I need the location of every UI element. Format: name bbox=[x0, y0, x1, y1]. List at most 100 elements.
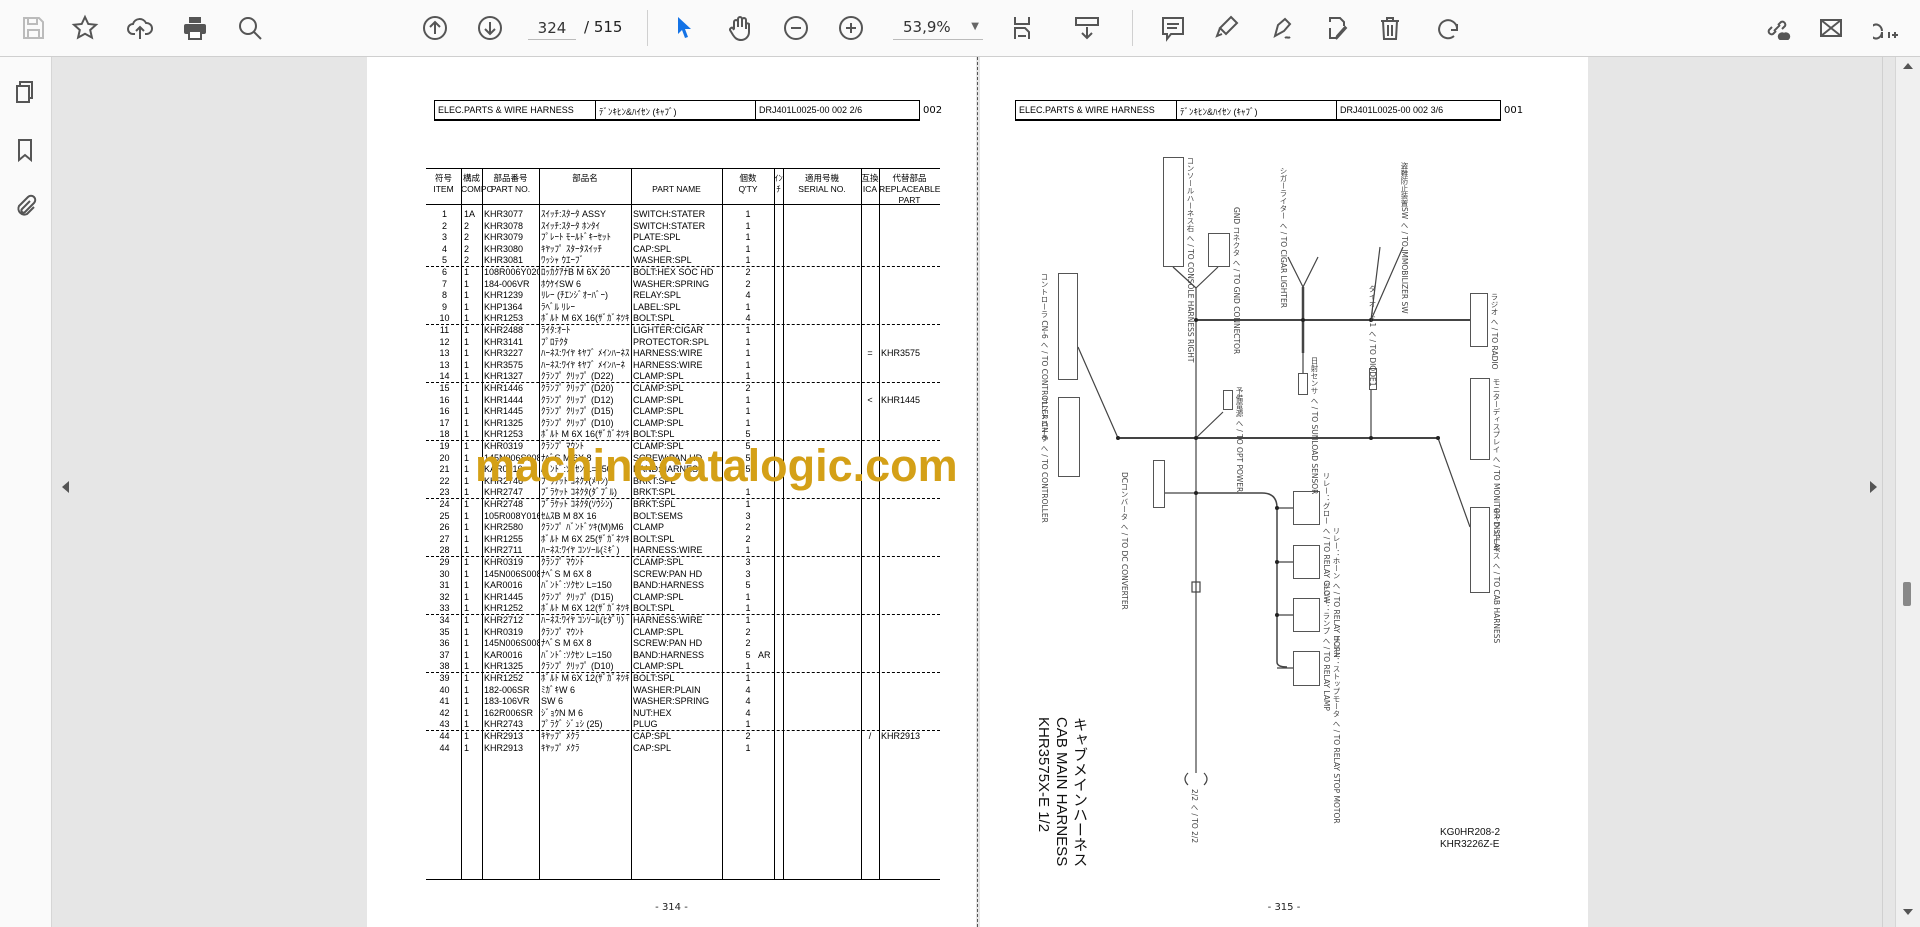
cell-item: 17 bbox=[439, 417, 450, 428]
column-header: 構成 COMPO bbox=[461, 173, 493, 195]
toolbar-divider bbox=[647, 10, 648, 46]
cell-qty: 1 bbox=[745, 243, 751, 254]
rotate-icon[interactable] bbox=[1432, 12, 1464, 44]
cell-part-no: KHR1239 bbox=[484, 290, 524, 301]
cell-part-name: BOLT:SPL bbox=[633, 533, 675, 544]
cell-part-name: WASHER:SPRING bbox=[633, 278, 710, 289]
cell-item: 6 bbox=[441, 267, 447, 277]
print-icon[interactable] bbox=[179, 12, 211, 44]
vertical-scrollbar[interactable] bbox=[1895, 57, 1920, 927]
cell-part-name-jp: ﾛｯｶｸｱﾅB M 6X 20 bbox=[541, 267, 611, 277]
cell-part-name: SCREW:PAN HD bbox=[633, 638, 703, 649]
cell-part-name-jp: ﾊﾞﾝﾄﾞ:ｿｸｾﾝ L=150 bbox=[541, 649, 612, 660]
table-row: 37 1 KAR0016 ﾊﾞﾝﾄﾞ:ｿｸｾﾝ L=150 BAND:HARNESS 5 A… bbox=[426, 650, 940, 662]
table-row: 25 1 105R008Y016RｾﾑｽB M 8X 16 BOLT:SEMS 3 bbox=[426, 511, 940, 523]
zoom-level-dropdown[interactable]: 53,9% ▼ bbox=[893, 16, 983, 40]
cell-item: 2 bbox=[441, 220, 447, 231]
cell-item: 3 bbox=[441, 232, 447, 243]
cell-item: 35 bbox=[439, 626, 450, 637]
attachments-icon[interactable] bbox=[12, 192, 40, 220]
cell-qty: 4 bbox=[745, 696, 751, 707]
bookmarks-icon[interactable] bbox=[12, 137, 40, 165]
column-header: ｲﾝﾁ bbox=[774, 173, 783, 195]
cell-compo: 1 bbox=[464, 290, 470, 301]
find-icon[interactable] bbox=[234, 12, 266, 44]
scrollbar-thumb[interactable] bbox=[1903, 582, 1911, 606]
cell-qty: 4 bbox=[745, 707, 751, 718]
highlight-icon[interactable] bbox=[1211, 12, 1243, 44]
label-relay-lamp: リレー：ランプ へ / TO RELAY LAMP bbox=[1322, 582, 1331, 711]
mail-icon[interactable] bbox=[1815, 12, 1847, 44]
page-down-icon[interactable] bbox=[474, 12, 506, 44]
hand-icon[interactable] bbox=[724, 12, 756, 44]
table-row: 6 1 108R006Y020RﾛｯｶｸｱﾅB M 6X 20 BOLT:HEX SO… bbox=[426, 267, 940, 279]
scroll-mode-icon[interactable] bbox=[1071, 12, 1103, 44]
add-user-icon[interactable] bbox=[1871, 12, 1903, 44]
save-icon[interactable] bbox=[17, 12, 49, 44]
select-cursor-icon[interactable] bbox=[668, 12, 700, 44]
cell-item: 31 bbox=[439, 580, 450, 591]
page-header-box: ELEC.PARTS & WIRE HARNESS ﾃﾞﾝｷﾋﾝ&ﾊｲｾﾝ (ｷ… bbox=[434, 100, 920, 121]
cell-compo: 1 bbox=[464, 591, 470, 602]
lower-bus bbox=[1196, 492, 1288, 668]
cell-replaceable-part: KHR3575 bbox=[881, 348, 921, 359]
column-header-jp: 符号 bbox=[434, 173, 452, 183]
comment-icon[interactable] bbox=[1157, 12, 1189, 44]
page-number-input[interactable] bbox=[528, 16, 576, 40]
cell-item: 27 bbox=[439, 533, 450, 544]
page-total: / 515 bbox=[584, 18, 623, 36]
sign-icon[interactable] bbox=[1267, 12, 1299, 44]
cell-item: 21 bbox=[439, 464, 450, 475]
cell-part-name: CLAMP:SPL bbox=[633, 383, 684, 393]
zoom-in-icon[interactable] bbox=[835, 12, 867, 44]
cell-item: 12 bbox=[439, 336, 450, 347]
header-title: ﾃﾞﾝｷﾋﾝ&ﾊｲｾﾝ (ｷｬﾌﾞ) bbox=[596, 101, 756, 119]
cell-part-no: 105R008Y016R bbox=[484, 510, 540, 521]
cell-qty: 1 bbox=[745, 220, 751, 231]
collapse-left-panel-icon[interactable] bbox=[62, 481, 69, 493]
zoom-out-icon[interactable] bbox=[780, 12, 812, 44]
page-thumbnails-icon[interactable] bbox=[12, 79, 40, 107]
cell-part-no: KHR2748 bbox=[484, 499, 524, 509]
cell-item: 37 bbox=[439, 649, 450, 660]
cell-qty: 2 bbox=[745, 267, 751, 277]
cell-item: 16 bbox=[439, 406, 450, 417]
delete-icon[interactable] bbox=[1374, 12, 1406, 44]
column-header-jp: 個数 bbox=[739, 173, 757, 183]
cell-part-name-jp: ｸﾗﾝﾌﾟ ｸﾘｯﾌﾟ (D10) bbox=[541, 417, 614, 428]
cell-part-no: KHR1252 bbox=[484, 673, 524, 683]
cell-compo: 1A bbox=[464, 209, 476, 219]
cell-item: 24 bbox=[439, 499, 450, 509]
cell-item: 40 bbox=[439, 684, 450, 695]
page-up-icon[interactable] bbox=[419, 12, 451, 44]
cell-item: 1 bbox=[441, 209, 447, 219]
cell-part-name-jp: ﾌﾟﾛﾃｸﾀ bbox=[541, 336, 569, 347]
cell-compo: 1 bbox=[464, 383, 470, 393]
cloud-upload-icon[interactable] bbox=[124, 12, 156, 44]
watermark: machinecatalogic.com bbox=[475, 440, 958, 491]
cell-part-name: BOLT:SPL bbox=[633, 673, 675, 683]
scroll-up-icon[interactable] bbox=[1903, 63, 1913, 69]
fit-page-icon[interactable] bbox=[1008, 12, 1040, 44]
column-header: 個数 Q'TY bbox=[722, 173, 774, 195]
cell-item: 44 bbox=[439, 731, 450, 741]
controller-cn6-connector bbox=[1058, 273, 1078, 380]
table-row: 13 1 KHR3227 ﾊｰﾈｽ:ﾜｲﾔ ｷﾔﾌﾞ ﾒｲﾝﾊｰﾈｽ HARNESS:W… bbox=[426, 348, 940, 360]
expand-right-panel-icon[interactable] bbox=[1870, 481, 1877, 493]
cell-item: 13 bbox=[439, 348, 450, 359]
column-header-jp: 適用号機 bbox=[804, 173, 839, 183]
scroll-down-icon[interactable] bbox=[1903, 909, 1913, 915]
column-header-jp: 代替部品 bbox=[892, 173, 927, 183]
edit-pdf-icon[interactable] bbox=[1322, 12, 1354, 44]
cell-qty: 1 bbox=[745, 301, 751, 312]
column-header-en: SERIAL NO. bbox=[798, 184, 846, 194]
share-link-icon[interactable] bbox=[1761, 12, 1793, 44]
table-row: 11 1 KHR2488 ﾗｲﾀ:ｵｰﾄ LIGHTER:CIGAR 1 bbox=[426, 325, 940, 337]
cell-part-no: KHR1444 bbox=[484, 394, 524, 405]
label-radio: ラジオ へ / TO RADIO bbox=[1490, 293, 1499, 370]
cell-part-name-jp: ｸﾗﾝﾌﾟ ｸﾘｯﾌﾟ (D15) bbox=[541, 591, 614, 602]
cell-part-name: WASHER:SPRING bbox=[633, 696, 710, 707]
table-row: 26 1 KHR2580 ｸﾗﾝﾌﾟ ﾊﾞﾝﾄﾞﾂｷ(M)M6 CLAMP 2 bbox=[426, 522, 940, 534]
cell-part-no: KHR2712 bbox=[484, 615, 524, 625]
bookmark-star-icon[interactable] bbox=[69, 12, 101, 44]
